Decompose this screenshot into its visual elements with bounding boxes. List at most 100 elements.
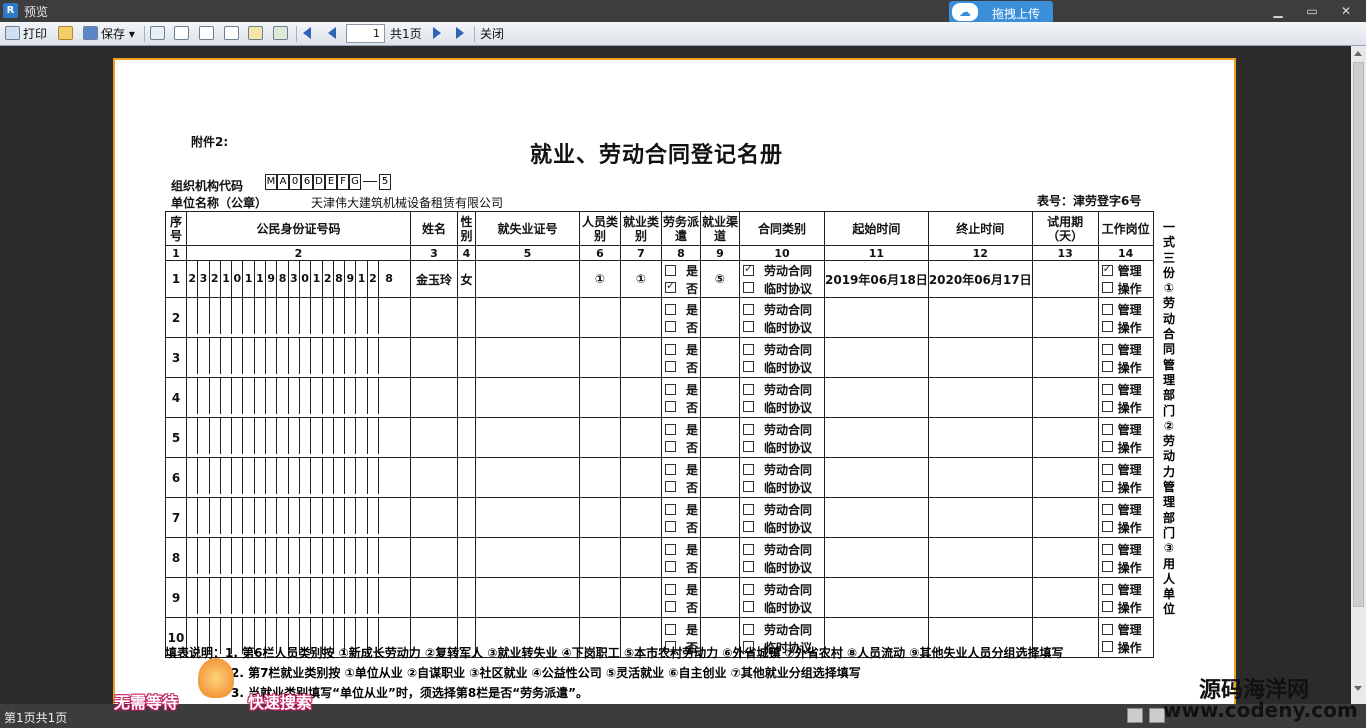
gender-cell[interactable] bbox=[457, 297, 476, 338]
trial-cell[interactable] bbox=[1031, 337, 1099, 378]
maximize-button[interactable]: ▭ bbox=[1300, 2, 1324, 20]
post-operate-checkbox[interactable] bbox=[1101, 320, 1113, 332]
dispatch-no-checkbox[interactable] bbox=[665, 400, 676, 412]
gender-cell[interactable] bbox=[457, 457, 476, 498]
post-manage-checkbox[interactable] bbox=[1101, 463, 1113, 475]
post-operate-checkbox[interactable] bbox=[1101, 640, 1113, 652]
channel-cell[interactable] bbox=[700, 537, 740, 578]
cert-cell[interactable] bbox=[475, 417, 580, 458]
close-button[interactable]: 关闭 bbox=[480, 25, 504, 43]
person-type-cell[interactable] bbox=[579, 577, 621, 618]
start-date-cell[interactable] bbox=[824, 577, 929, 618]
dispatch-yes-checkbox[interactable] bbox=[665, 503, 676, 515]
cert-cell[interactable] bbox=[475, 577, 580, 618]
scroll-up-icon[interactable] bbox=[1354, 51, 1362, 56]
start-date-cell[interactable] bbox=[824, 497, 929, 538]
id-number-cell[interactable] bbox=[186, 417, 411, 458]
post-manage-checkbox[interactable] bbox=[1101, 503, 1113, 515]
end-date-cell[interactable] bbox=[927, 537, 1033, 578]
id-number-cell[interactable] bbox=[186, 497, 411, 538]
trial-cell[interactable] bbox=[1031, 497, 1099, 538]
name-cell[interactable] bbox=[410, 297, 458, 338]
end-date-cell[interactable] bbox=[927, 457, 1033, 498]
name-cell[interactable]: 金玉玲 bbox=[410, 260, 458, 298]
dispatch-no-checkbox[interactable] bbox=[665, 520, 676, 532]
trial-cell[interactable] bbox=[1031, 577, 1099, 618]
employment-type-cell[interactable] bbox=[620, 377, 662, 418]
contract-labor-checkbox[interactable] bbox=[743, 463, 754, 475]
person-type-cell[interactable] bbox=[579, 497, 621, 538]
find-button[interactable] bbox=[174, 25, 192, 43]
dispatch-yes-checkbox[interactable] bbox=[665, 543, 676, 555]
employment-type-cell[interactable] bbox=[620, 297, 662, 338]
person-type-cell[interactable] bbox=[579, 417, 621, 458]
post-manage-checkbox[interactable] bbox=[1101, 383, 1113, 395]
contract-labor-checkbox[interactable] bbox=[743, 583, 754, 595]
dispatch-yes-checkbox[interactable] bbox=[665, 463, 676, 475]
gender-cell[interactable] bbox=[457, 537, 476, 578]
cert-cell[interactable] bbox=[475, 337, 580, 378]
post-manage-checkbox[interactable] bbox=[1101, 303, 1113, 315]
employment-type-cell[interactable] bbox=[620, 417, 662, 458]
dispatch-yes-checkbox[interactable] bbox=[665, 303, 676, 315]
page-number-input[interactable]: 1 bbox=[346, 24, 385, 43]
page-setup-button[interactable] bbox=[199, 25, 217, 43]
dispatch-no-checkbox[interactable] bbox=[665, 480, 676, 492]
contract-temp-checkbox[interactable] bbox=[743, 600, 754, 612]
person-type-cell[interactable] bbox=[579, 537, 621, 578]
contract-temp-checkbox[interactable] bbox=[743, 480, 754, 492]
last-page-icon[interactable] bbox=[456, 27, 464, 39]
dispatch-no-checkbox[interactable] bbox=[665, 279, 676, 293]
dispatch-no-checkbox[interactable] bbox=[665, 440, 676, 452]
start-date-cell[interactable] bbox=[824, 377, 929, 418]
start-date-cell[interactable] bbox=[824, 337, 929, 378]
post-operate-checkbox[interactable] bbox=[1101, 282, 1113, 293]
prev-page-icon[interactable] bbox=[328, 27, 336, 39]
id-number-cell[interactable] bbox=[186, 577, 411, 618]
open-button[interactable] bbox=[58, 25, 76, 43]
name-cell[interactable] bbox=[410, 417, 458, 458]
dispatch-yes-checkbox[interactable] bbox=[665, 423, 676, 435]
channel-cell[interactable]: ⑤ bbox=[700, 260, 740, 298]
gender-cell[interactable] bbox=[457, 417, 476, 458]
dispatch-no-checkbox[interactable] bbox=[665, 320, 676, 332]
person-type-cell[interactable] bbox=[579, 457, 621, 498]
dispatch-yes-checkbox[interactable] bbox=[665, 623, 676, 635]
thumbnail-button[interactable] bbox=[273, 25, 291, 43]
gender-cell[interactable]: 女 bbox=[457, 260, 476, 298]
end-date-cell[interactable] bbox=[927, 497, 1033, 538]
end-date-cell[interactable]: 2020年06月17日 bbox=[927, 260, 1033, 298]
trial-cell[interactable] bbox=[1031, 417, 1099, 458]
contract-temp-checkbox[interactable] bbox=[743, 360, 754, 372]
dispatch-yes-checkbox[interactable] bbox=[665, 265, 676, 276]
id-number-cell[interactable] bbox=[186, 377, 411, 418]
contract-labor-checkbox[interactable] bbox=[743, 623, 754, 635]
gender-cell[interactable] bbox=[457, 337, 476, 378]
trial-cell[interactable] bbox=[1031, 260, 1099, 298]
zoom-button[interactable] bbox=[224, 25, 242, 43]
next-page-icon[interactable] bbox=[433, 27, 441, 39]
end-date-cell[interactable] bbox=[927, 377, 1033, 418]
employment-type-cell[interactable] bbox=[620, 577, 662, 618]
start-date-cell[interactable]: 2019年06月18日 bbox=[824, 260, 929, 298]
contract-temp-checkbox[interactable] bbox=[743, 520, 754, 532]
post-operate-checkbox[interactable] bbox=[1101, 360, 1113, 372]
id-number-cell[interactable]: 232101198301289128 bbox=[186, 260, 411, 298]
id-number-cell[interactable] bbox=[186, 457, 411, 498]
first-page-icon[interactable] bbox=[303, 27, 311, 39]
contract-temp-checkbox[interactable] bbox=[743, 560, 754, 572]
channel-cell[interactable] bbox=[700, 577, 740, 618]
gender-cell[interactable] bbox=[457, 577, 476, 618]
post-operate-checkbox[interactable] bbox=[1101, 560, 1113, 572]
name-cell[interactable] bbox=[410, 537, 458, 578]
upload-button[interactable]: ☁ 拖拽上传 bbox=[949, 1, 1053, 23]
print-button[interactable]: 打印 bbox=[5, 25, 47, 43]
name-cell[interactable] bbox=[410, 457, 458, 498]
dispatch-yes-checkbox[interactable] bbox=[665, 583, 676, 595]
cert-cell[interactable] bbox=[475, 260, 580, 298]
id-number-cell[interactable] bbox=[186, 537, 411, 578]
name-cell[interactable] bbox=[410, 497, 458, 538]
start-date-cell[interactable] bbox=[824, 297, 929, 338]
channel-cell[interactable] bbox=[700, 497, 740, 538]
contract-temp-checkbox[interactable] bbox=[743, 282, 754, 293]
